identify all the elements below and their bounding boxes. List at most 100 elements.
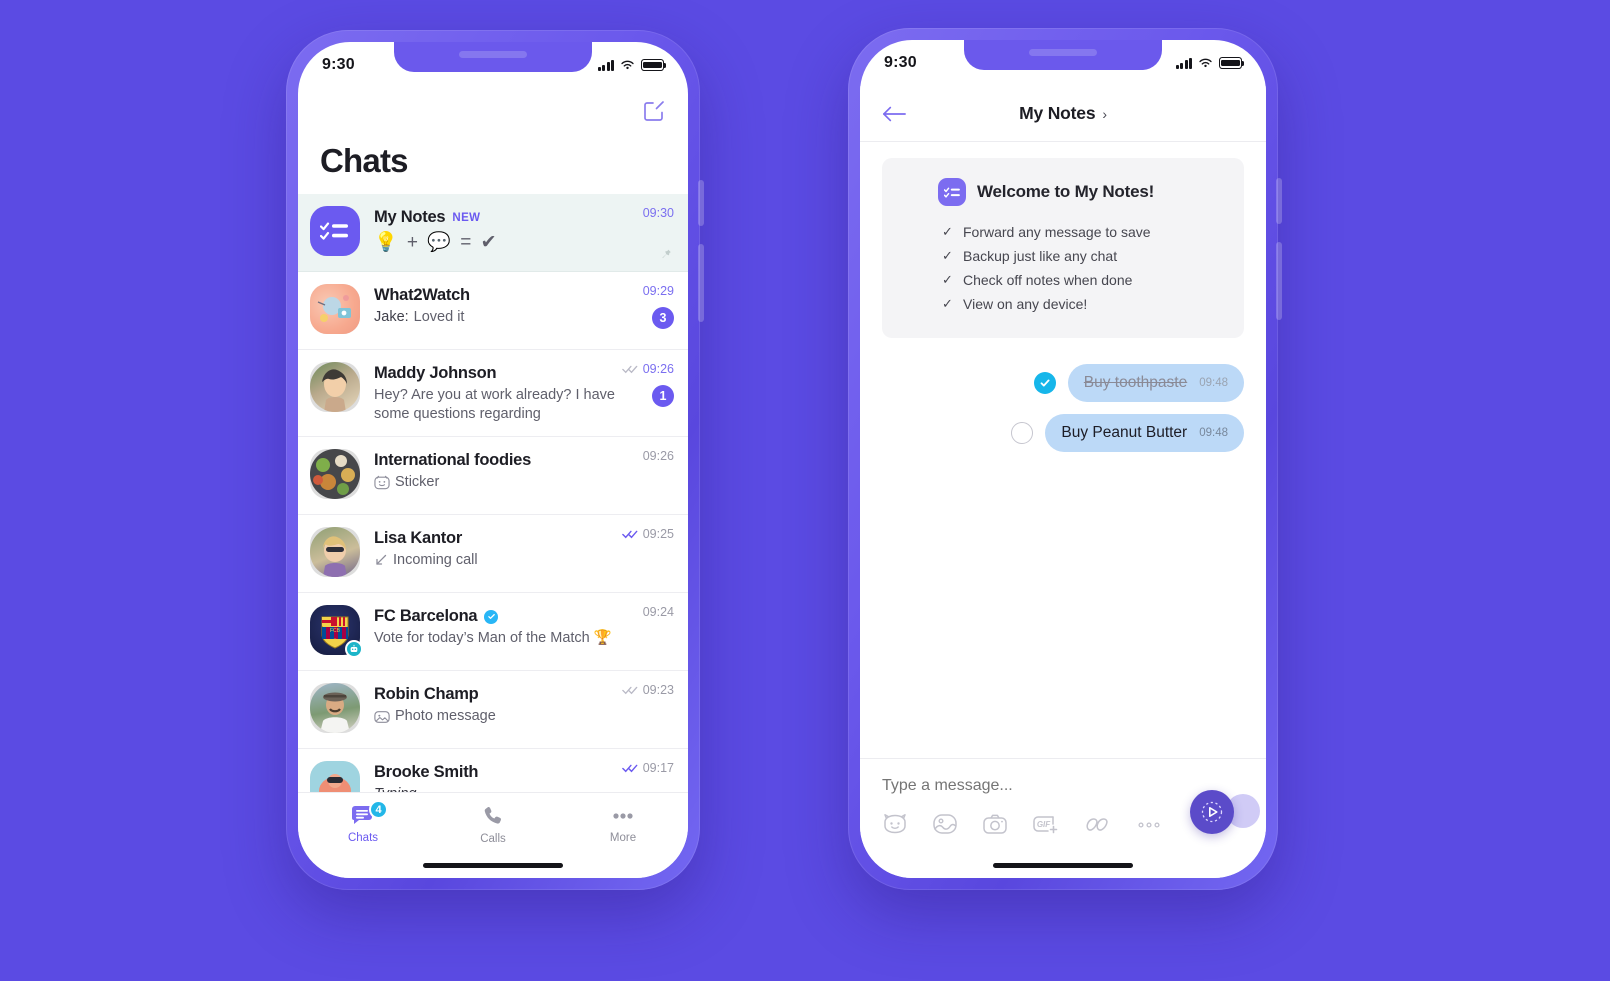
doodle-icon[interactable] bbox=[1084, 813, 1112, 835]
avatar-photo-icon bbox=[323, 536, 347, 578]
chat-row-lisa-kantor[interactable]: Lisa Kantor Incoming call 09:25 bbox=[298, 515, 688, 594]
check-icon: ✓ bbox=[942, 224, 953, 239]
chats-header: Chats bbox=[298, 88, 688, 180]
preview-text: Sticker bbox=[395, 474, 440, 491]
status-time: 9:30 bbox=[322, 56, 355, 73]
notes-checklist-icon bbox=[938, 178, 966, 206]
chat-time: 09:29 bbox=[642, 284, 674, 298]
welcome-title: Welcome to My Notes! bbox=[977, 182, 1155, 201]
welcome-feature-list: ✓ Forward any message to save ✓ Backup j… bbox=[904, 220, 1222, 316]
photo-message-icon bbox=[374, 710, 390, 723]
wifi-icon bbox=[1199, 58, 1212, 68]
chat-time: 09:24 bbox=[642, 605, 674, 620]
status-icons bbox=[1176, 57, 1245, 69]
chat-time: 09:25 bbox=[642, 527, 674, 542]
wifi-icon bbox=[621, 60, 634, 70]
back-arrow-icon[interactable] bbox=[882, 105, 906, 123]
verified-badge-icon bbox=[484, 609, 499, 624]
note-checkbox-unchecked[interactable] bbox=[1011, 422, 1034, 444]
chat-preview: Hey? Are you at work already? I have som… bbox=[374, 387, 615, 423]
status-time: 9:30 bbox=[884, 54, 917, 71]
tab-more[interactable]: More bbox=[558, 805, 688, 844]
chat-preview: Jake: Loved it bbox=[374, 308, 670, 327]
message-input-bar: GIF bbox=[860, 758, 1266, 878]
message-time: 09:48 bbox=[1199, 377, 1228, 389]
power-button[interactable] bbox=[698, 244, 704, 322]
chat-time: 09:17 bbox=[642, 761, 674, 776]
gif-plus-icon[interactable]: GIF bbox=[1032, 813, 1060, 835]
chat-row-what2watch[interactable]: What2Watch Jake: Loved it 09:29 3 bbox=[298, 272, 688, 350]
tab-badge-chats: 4 bbox=[369, 800, 388, 819]
sticker-icon bbox=[374, 476, 390, 490]
chat-name: What2Watch bbox=[374, 286, 470, 304]
avatar-photo-icon bbox=[322, 369, 347, 412]
chat-row-meta: 09:30 bbox=[643, 206, 674, 220]
chat-row-maddy-johnson[interactable]: Maddy Johnson Hey? Are you at work alrea… bbox=[298, 350, 688, 438]
chat-row-meta: 09:29 3 bbox=[643, 284, 674, 329]
avatar-art-icon bbox=[317, 295, 351, 322]
welcome-card: Welcome to My Notes! ✓ Forward any messa… bbox=[882, 158, 1244, 338]
avatar-robin-champ bbox=[310, 683, 360, 734]
chat-row-meta: 09:24 bbox=[643, 605, 674, 619]
chat-row-meta: 09:25 bbox=[621, 527, 674, 542]
chat-name: Brooke Smith bbox=[374, 763, 479, 782]
camera-icon[interactable] bbox=[982, 813, 1008, 835]
conversation-title[interactable]: My Notes › bbox=[1019, 103, 1107, 124]
send-button[interactable] bbox=[1190, 790, 1234, 834]
more-dots-icon[interactable] bbox=[1136, 813, 1164, 835]
chat-row-international-foodies[interactable]: International foodies Sticker 09:26 bbox=[298, 437, 688, 516]
list-item-label: Check off notes when done bbox=[963, 272, 1133, 288]
chat-name: International foodies bbox=[374, 451, 532, 470]
unread-badge: 1 bbox=[652, 385, 674, 407]
bot-badge-icon bbox=[345, 640, 363, 659]
chat-row-fc-barcelona[interactable]: FCB FC Barcelona Vote for today’s Man of… bbox=[298, 593, 688, 672]
chat-preview: Vote for today’s Man of the Match 🏆 bbox=[374, 630, 612, 647]
preview-sender: Jake: bbox=[374, 309, 409, 325]
message-time: 09:48 bbox=[1199, 427, 1228, 439]
avatar-what2watch bbox=[310, 284, 360, 334]
screenshot-stage: 9:30 Chats My Notes NEW 💡 + 💬 = ✔ 09:30 … bbox=[0, 0, 1610, 981]
chat-preview: Sticker bbox=[374, 473, 670, 492]
chat-preview: Photo message bbox=[374, 707, 670, 726]
image-icon[interactable] bbox=[932, 813, 958, 835]
message-bubble[interactable]: Buy Peanut Butter 09:48 bbox=[1045, 414, 1244, 452]
sticker-cat-icon[interactable] bbox=[882, 813, 908, 835]
home-indicator bbox=[423, 863, 563, 868]
message-text: Buy Peanut Butter bbox=[1061, 424, 1188, 441]
status-bar-right: 9:30 bbox=[860, 40, 1266, 86]
note-checkbox-checked[interactable] bbox=[1033, 372, 1056, 394]
avatar-international-foodies bbox=[310, 449, 360, 500]
message-input[interactable] bbox=[882, 777, 1244, 795]
preview-text: Photo message bbox=[395, 708, 496, 725]
chat-row-meta: 09:26 1 bbox=[621, 362, 674, 407]
chat-time: 09:26 bbox=[642, 362, 674, 376]
compose-icon[interactable] bbox=[642, 99, 666, 123]
chat-row-my-notes[interactable]: My Notes NEW 💡 + 💬 = ✔ 09:30 bbox=[298, 194, 688, 272]
tab-calls[interactable]: Calls bbox=[428, 805, 558, 845]
status-bar-left: 9:30 bbox=[298, 42, 688, 88]
svg-text:FCB: FCB bbox=[330, 628, 341, 634]
new-badge: NEW bbox=[452, 211, 481, 224]
message-bubble[interactable]: Buy toothpaste 09:48 bbox=[1067, 364, 1244, 402]
chat-row-robin-champ[interactable]: Robin Champ Photo message 09:23 bbox=[298, 671, 688, 750]
unread-badge: 3 bbox=[652, 307, 674, 329]
tab-label: Calls bbox=[480, 833, 506, 845]
list-item-label: Forward any message to save bbox=[963, 224, 1151, 240]
preview-text: Incoming call bbox=[393, 552, 478, 569]
power-button[interactable] bbox=[1276, 242, 1282, 320]
conversation-title-text: My Notes bbox=[1019, 103, 1096, 123]
phone-left-screen: 9:30 Chats My Notes NEW 💡 + 💬 = ✔ 09:30 … bbox=[298, 42, 688, 878]
checklist-icon bbox=[320, 222, 348, 240]
phone-right-screen: 9:30 My Notes › Welcome to My Notes! ✓ F… bbox=[860, 40, 1266, 878]
avatar-lisa-kantor bbox=[310, 527, 360, 578]
phone-icon bbox=[484, 807, 501, 824]
page-title: Chats bbox=[320, 142, 408, 179]
tab-label: Chats bbox=[347, 832, 379, 844]
volume-button[interactable] bbox=[1276, 178, 1282, 224]
list-item-label: Backup just like any chat bbox=[963, 248, 1118, 264]
message-row-peanut-butter: Buy Peanut Butter 09:48 bbox=[882, 414, 1244, 452]
status-icons bbox=[598, 59, 667, 71]
volume-button[interactable] bbox=[698, 180, 704, 226]
tab-chats[interactable]: 4 Chats bbox=[298, 800, 428, 844]
list-item: ✓ Backup just like any chat bbox=[942, 244, 1222, 268]
